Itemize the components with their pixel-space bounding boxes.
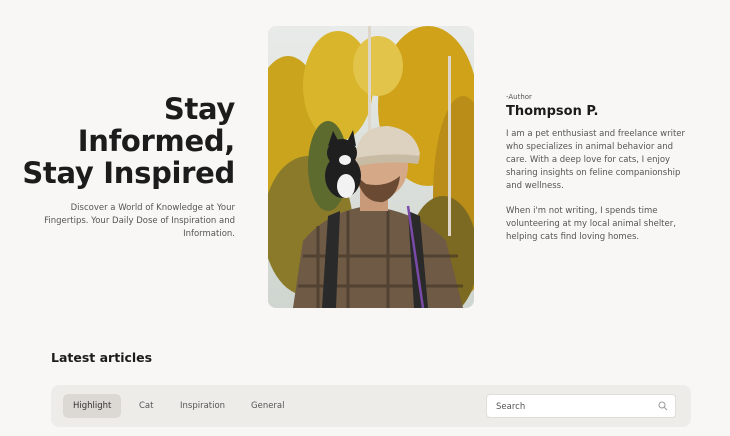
- author-name: Thompson P.: [506, 104, 599, 119]
- hero-title-line-2: Informed,: [77, 124, 236, 158]
- author-photo: [268, 26, 474, 308]
- tab-general[interactable]: General: [241, 394, 295, 418]
- tab-cat[interactable]: Cat: [129, 394, 163, 418]
- hero-title-line-1: Stay: [163, 92, 235, 126]
- author-tag: -Author: [506, 93, 532, 101]
- hero-title-line-3: Stay Inspired: [22, 156, 235, 190]
- author-bio-paragraph-2: When i'm not writing, I spends time volu…: [506, 206, 676, 242]
- search-box: [486, 394, 676, 419]
- hero-subtitle: Discover a World of Knowledge at Your Fi…: [44, 203, 235, 239]
- search-input[interactable]: [494, 395, 658, 419]
- search-icon[interactable]: [658, 401, 668, 411]
- tab-highlight[interactable]: Highlight: [63, 394, 122, 418]
- tab-inspiration[interactable]: Inspiration: [170, 394, 235, 418]
- author-bio-paragraph-1: I am a pet enthusiast and freelance writ…: [506, 129, 686, 191]
- latest-articles-heading: Latest articles: [51, 350, 153, 365]
- hero-title: Stay Informed, Stay Inspired: [22, 93, 235, 189]
- article-filter-bar: Highlight Cat Inspiration General: [51, 385, 691, 427]
